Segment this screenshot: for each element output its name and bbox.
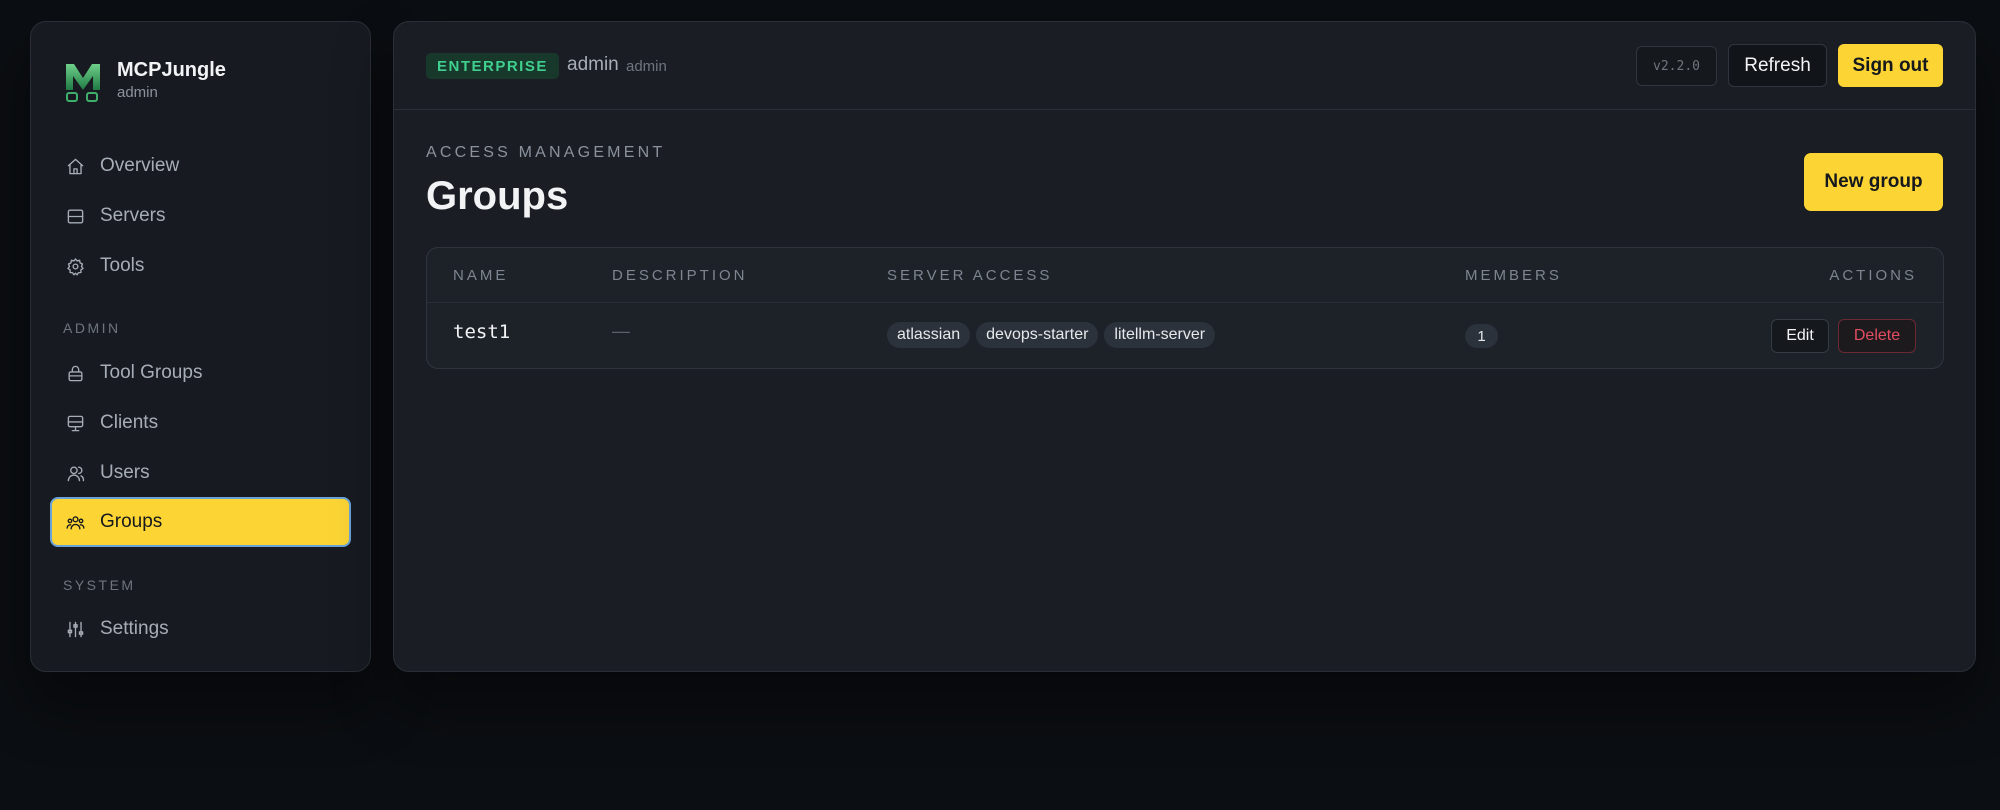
sidebar-item-label: Tools [100, 255, 145, 276]
mcpjungle-logo-icon [65, 60, 101, 102]
edition-badge: ENTERPRISE [426, 53, 559, 79]
group-icon [65, 512, 85, 532]
sidebar: MCPJungle admin Overview Servers Tools A… [30, 21, 371, 672]
server-tag: atlassian [887, 322, 971, 348]
sidebar-item-label: Clients [100, 412, 159, 433]
brand[interactable]: MCPJungle admin [65, 58, 226, 103]
sidebar-item-label: Tool Groups [100, 362, 203, 383]
edit-button[interactable]: Edit [1771, 319, 1829, 353]
column-header-actions: ACTIONS [1829, 267, 1917, 284]
sidebar-item-label: Overview [100, 155, 180, 176]
sidebar-item-tools[interactable]: Tools [50, 241, 351, 291]
current-user-role: admin [626, 58, 667, 75]
sliders-icon [65, 619, 85, 639]
section-label-system: SYSTEM [63, 577, 136, 593]
refresh-button[interactable]: Refresh [1728, 44, 1827, 87]
sidebar-item-users[interactable]: Users [50, 448, 351, 498]
sidebar-item-label: Servers [100, 205, 166, 226]
section-label-admin: ADMIN [63, 320, 121, 336]
server-tag: devops-starter [976, 322, 1099, 348]
server-access-tags: atlassian devops-starter litellm-server [887, 322, 1216, 348]
server-tag: litellm-server [1104, 322, 1216, 348]
version-badge: v2.2.0 [1636, 46, 1717, 86]
app-name: MCPJungle [117, 59, 226, 81]
sidebar-item-servers[interactable]: Servers [50, 191, 351, 241]
sidebar-item-label: Groups [100, 511, 163, 532]
server-icon [65, 206, 85, 226]
sidebar-item-tool-groups[interactable]: Tool Groups [50, 348, 351, 398]
new-group-button[interactable]: New group [1804, 153, 1943, 211]
column-header-server-access[interactable]: SERVER ACCESS [887, 267, 1052, 284]
monitor-icon [65, 413, 85, 433]
column-header-description[interactable]: DESCRIPTION [612, 267, 748, 284]
sidebar-item-overview[interactable]: Overview [50, 141, 351, 191]
column-header-name[interactable]: NAME [453, 267, 508, 284]
members-count-badge: 1 [1465, 324, 1498, 348]
current-user-name: admin [567, 54, 619, 75]
top-bar: ENTERPRISE admin admin v2.2.0 Refresh Si… [394, 22, 1975, 110]
sidebar-item-clients[interactable]: Clients [50, 398, 351, 448]
sidebar-item-settings[interactable]: Settings [50, 604, 351, 654]
page-eyebrow: ACCESS MANAGEMENT [426, 144, 666, 161]
main-panel: ENTERPRISE admin admin v2.2.0 Refresh Si… [393, 21, 1976, 672]
sidebar-item-label: Settings [100, 618, 169, 639]
gear-icon [65, 256, 85, 276]
column-header-members[interactable]: MEMBERS [1465, 267, 1562, 284]
home-icon [65, 156, 85, 176]
page-title: Groups [426, 174, 569, 218]
group-description: — [612, 321, 630, 341]
sidebar-item-label: Users [100, 462, 150, 483]
sign-out-button[interactable]: Sign out [1838, 44, 1943, 87]
lock-icon [65, 363, 85, 383]
users-icon [65, 463, 85, 483]
sidebar-item-groups[interactable]: Groups [50, 497, 351, 547]
app-role: admin [117, 84, 158, 101]
delete-button[interactable]: Delete [1838, 319, 1916, 353]
group-name[interactable]: test1 [453, 321, 510, 343]
table-header: NAME DESCRIPTION SERVER ACCESS MEMBERS A… [427, 248, 1943, 303]
groups-table: NAME DESCRIPTION SERVER ACCESS MEMBERS A… [426, 247, 1944, 369]
